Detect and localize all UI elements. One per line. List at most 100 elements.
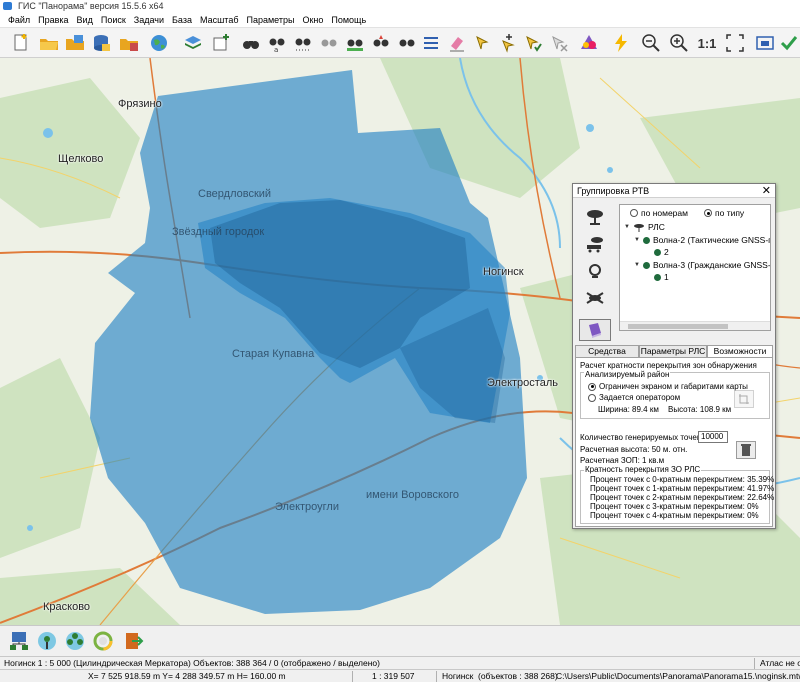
layers-icon[interactable]: [182, 32, 204, 54]
status-bar-map: Ногинск 1 : 5 000 (Цилиндрическая Меркат…: [0, 656, 800, 669]
new-map-icon[interactable]: [10, 32, 32, 54]
marker-delete-icon[interactable]: [548, 32, 570, 54]
binoculars-map-icon[interactable]: [344, 32, 366, 54]
width-value: Ширина: 89.4 км: [598, 405, 659, 414]
status-separator: [352, 671, 353, 682]
status-bar-coords: X= 7 525 918.59 m Y= 4 288 349.57 m H= 1…: [0, 669, 800, 682]
map-label-vorovskogo: имени Воровского: [366, 489, 459, 501]
tree-node-volna2-child-label: 2: [664, 247, 669, 257]
mode-by-number-label: по номерам: [641, 208, 688, 218]
capabilities-tab-body: Расчет кратности перекрытия зон обнаруже…: [575, 357, 775, 527]
main-toolbar: a 1:1: [0, 28, 800, 58]
window-title: ГИС "Панорама" версия 15.5.6 x64: [18, 1, 164, 11]
menu-help[interactable]: Помощь: [327, 12, 370, 28]
binoculars-pin-icon-2[interactable]: [396, 32, 418, 54]
network-icon[interactable]: [8, 630, 30, 652]
lightning-icon[interactable]: [610, 32, 632, 54]
menu-search[interactable]: Поиск: [97, 12, 130, 28]
tab-means[interactable]: Средства: [575, 345, 639, 357]
list-icon[interactable]: [420, 32, 442, 54]
map-label-fryazino: Фрязино: [118, 98, 162, 110]
tree-horizontal-scrollbar[interactable]: [620, 321, 770, 330]
binoculars-grey-icon[interactable]: [318, 32, 340, 54]
window-icon[interactable]: [754, 32, 776, 54]
radar-array-icon[interactable]: [579, 285, 611, 311]
option-screen-radio[interactable]: Ограничен экраном и габаритами карты: [588, 382, 748, 391]
select-area-button[interactable]: [734, 390, 754, 408]
folder-database-icon[interactable]: [118, 32, 140, 54]
binoculars-text-icon[interactable]: a: [266, 32, 288, 54]
panel-tool-column: [579, 204, 615, 344]
calc-title: Расчет кратности перекрытия зон обнаруже…: [580, 361, 757, 370]
calculate-button[interactable]: [736, 441, 756, 459]
mode-by-number-radio[interactable]: по номерам: [630, 208, 688, 218]
radar-site-icon[interactable]: [36, 630, 58, 652]
zoom-out-icon[interactable]: [640, 32, 662, 54]
marker-check-icon[interactable]: [522, 32, 544, 54]
panel-title-bar[interactable]: Группировка РТВ ✕: [573, 184, 775, 198]
points-input[interactable]: 10000: [698, 431, 728, 443]
binoculars-pin-icon[interactable]: [370, 32, 392, 54]
tab-radar-params[interactable]: Параметры РЛС: [639, 345, 707, 357]
menu-database[interactable]: База: [168, 12, 196, 28]
option-screen-label: Ограничен экраном и габаритами карты: [599, 382, 748, 391]
zoom-in-icon[interactable]: [668, 32, 690, 54]
svg-text:a: a: [274, 46, 278, 53]
close-icon[interactable]: ✕: [762, 184, 771, 198]
tree-node-volna3-label: Волна-3 (Гражданские GNSS-пр: [652, 260, 771, 270]
radar-sensor-icon[interactable]: [579, 258, 611, 284]
radar-station-icon[interactable]: [579, 204, 611, 230]
mode-by-type-label: по типу: [715, 208, 745, 218]
rtv-tree[interactable]: по номерам по типу ▼ РЛС ▼ Волна-2 (Тактич…: [619, 204, 771, 331]
tree-node-rls[interactable]: ▼ РЛС: [624, 222, 665, 232]
radar-mobile-icon[interactable]: [579, 231, 611, 257]
app-icon: [3, 2, 12, 10]
tree-node-volna2[interactable]: ▼ Волна-2 (Тактические GNSS-пр: [634, 235, 771, 245]
add-layer-icon[interactable]: [210, 32, 232, 54]
add-marker-icon[interactable]: [498, 32, 520, 54]
menu-edit[interactable]: Правка: [34, 12, 72, 28]
trash-icon: [741, 444, 751, 456]
palette-icon[interactable]: [578, 32, 600, 54]
eraser-icon[interactable]: [446, 32, 468, 54]
binoculars-area-icon[interactable]: [292, 32, 314, 54]
menu-parameters[interactable]: Параметры: [242, 12, 298, 28]
crop-icon: [739, 394, 749, 404]
height-value: Высота: 108.9 км: [668, 405, 732, 414]
overlap-result-2: Процент точек с 2-кратным перекрытием: 2…: [590, 493, 775, 502]
menu-tasks[interactable]: Задачи: [130, 12, 168, 28]
radar-group-icon[interactable]: [64, 630, 86, 652]
radar-icon: [633, 223, 644, 232]
cycle-icon[interactable]: [92, 630, 114, 652]
tree-node-volna3-child[interactable]: 1: [654, 272, 669, 282]
map-label-sverdlovsky: Свердловский: [198, 188, 272, 200]
binoculars-icon[interactable]: [240, 32, 262, 54]
database-icon[interactable]: [90, 32, 112, 54]
open-folder-icon[interactable]: [38, 32, 60, 54]
tree-node-volna2-label: Волна-2 (Тактические GNSS-пр: [652, 235, 771, 245]
tree-node-volna2-child[interactable]: 2: [654, 247, 669, 257]
zoom-fit-icon[interactable]: [724, 32, 746, 54]
status-map-name: Ногинск: [442, 671, 474, 681]
zoom-one-to-one-button[interactable]: 1:1: [696, 32, 718, 54]
station-dot-icon: [654, 248, 661, 256]
overlap-result-4: Процент точек с 4-кратным перекрытием: 0…: [590, 511, 759, 520]
expand-arrow-icon: ▼: [634, 262, 640, 268]
bottom-toolbar: [0, 625, 800, 656]
option-operator-radio[interactable]: Задается оператором: [588, 393, 680, 402]
exit-icon[interactable]: [122, 630, 144, 652]
globe-icon[interactable]: [148, 32, 170, 54]
map-label-zvezdny: Звёздный городок: [172, 226, 265, 238]
menu-scale[interactable]: Масштаб: [196, 12, 243, 28]
confirm-icon[interactable]: [778, 32, 800, 54]
scrollbar-thumb[interactable]: [628, 324, 728, 329]
mode-by-type-radio[interactable]: по типу: [704, 208, 744, 218]
book-icon[interactable]: [579, 319, 611, 341]
menu-file[interactable]: Файл: [4, 12, 34, 28]
open-folder-map-icon[interactable]: [64, 32, 86, 54]
tree-node-volna3[interactable]: ▼ Волна-3 (Гражданские GNSS-пр: [634, 260, 771, 270]
select-marker-icon[interactable]: [472, 32, 494, 54]
menu-window[interactable]: Окно: [298, 12, 327, 28]
menu-view[interactable]: Вид: [73, 12, 97, 28]
rtv-grouping-panel: Группировка РТВ ✕ по номерам по типу ▼ РЛ…: [572, 183, 776, 529]
